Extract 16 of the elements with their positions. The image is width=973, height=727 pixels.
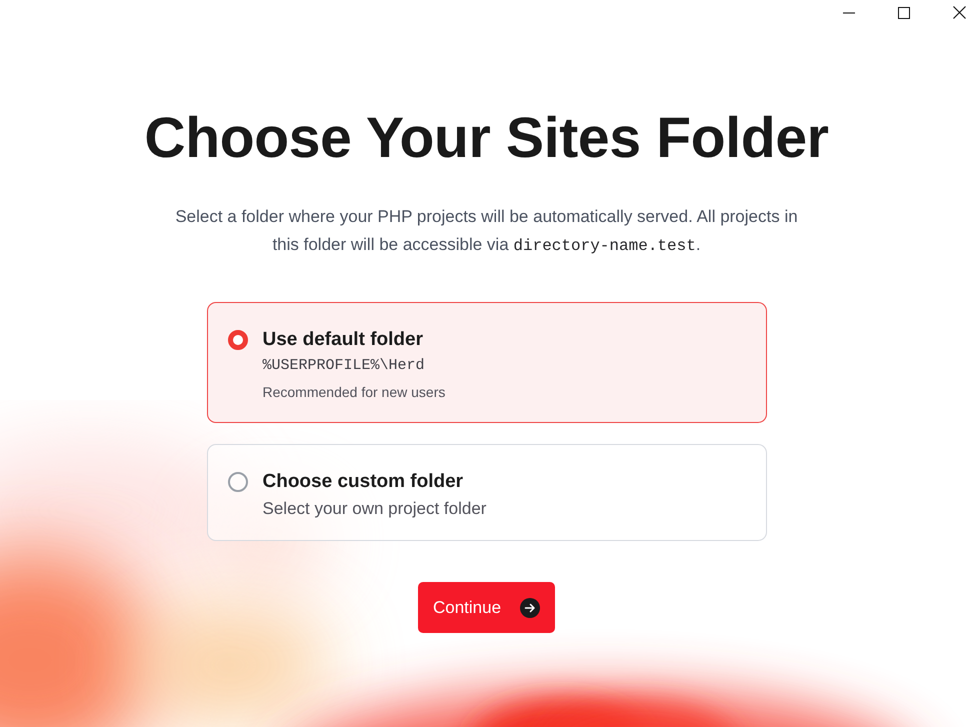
maximize-icon (898, 6, 910, 18)
folder-option[interactable]: Choose custom folder Select your own project folder (206, 444, 766, 541)
close-icon (952, 6, 966, 19)
radio-button[interactable] (228, 330, 248, 350)
description-text: Select a folder where your PHP projects will be automatically served. All projects in this folder will be accessible via directory-name.test. (174, 206, 799, 257)
minimize-icon (843, 12, 855, 14)
option-title: Choose custom folder (262, 470, 464, 494)
option-title: Use default folder (262, 328, 423, 352)
radio-button[interactable] (228, 472, 248, 492)
folder-path: %USERPROFILE%\Herd (262, 356, 425, 376)
continue-button[interactable]: Continue (418, 582, 556, 633)
option-description: Recommended for new users (262, 383, 446, 402)
page-title: Choose Your Sites Folder (144, 105, 829, 172)
option-description: Select your own project folder (262, 498, 486, 520)
arrow-right-icon (520, 598, 540, 618)
folder-option[interactable]: Use default folder %USERPROFILE%\Herd Recommended for new users (206, 302, 766, 423)
